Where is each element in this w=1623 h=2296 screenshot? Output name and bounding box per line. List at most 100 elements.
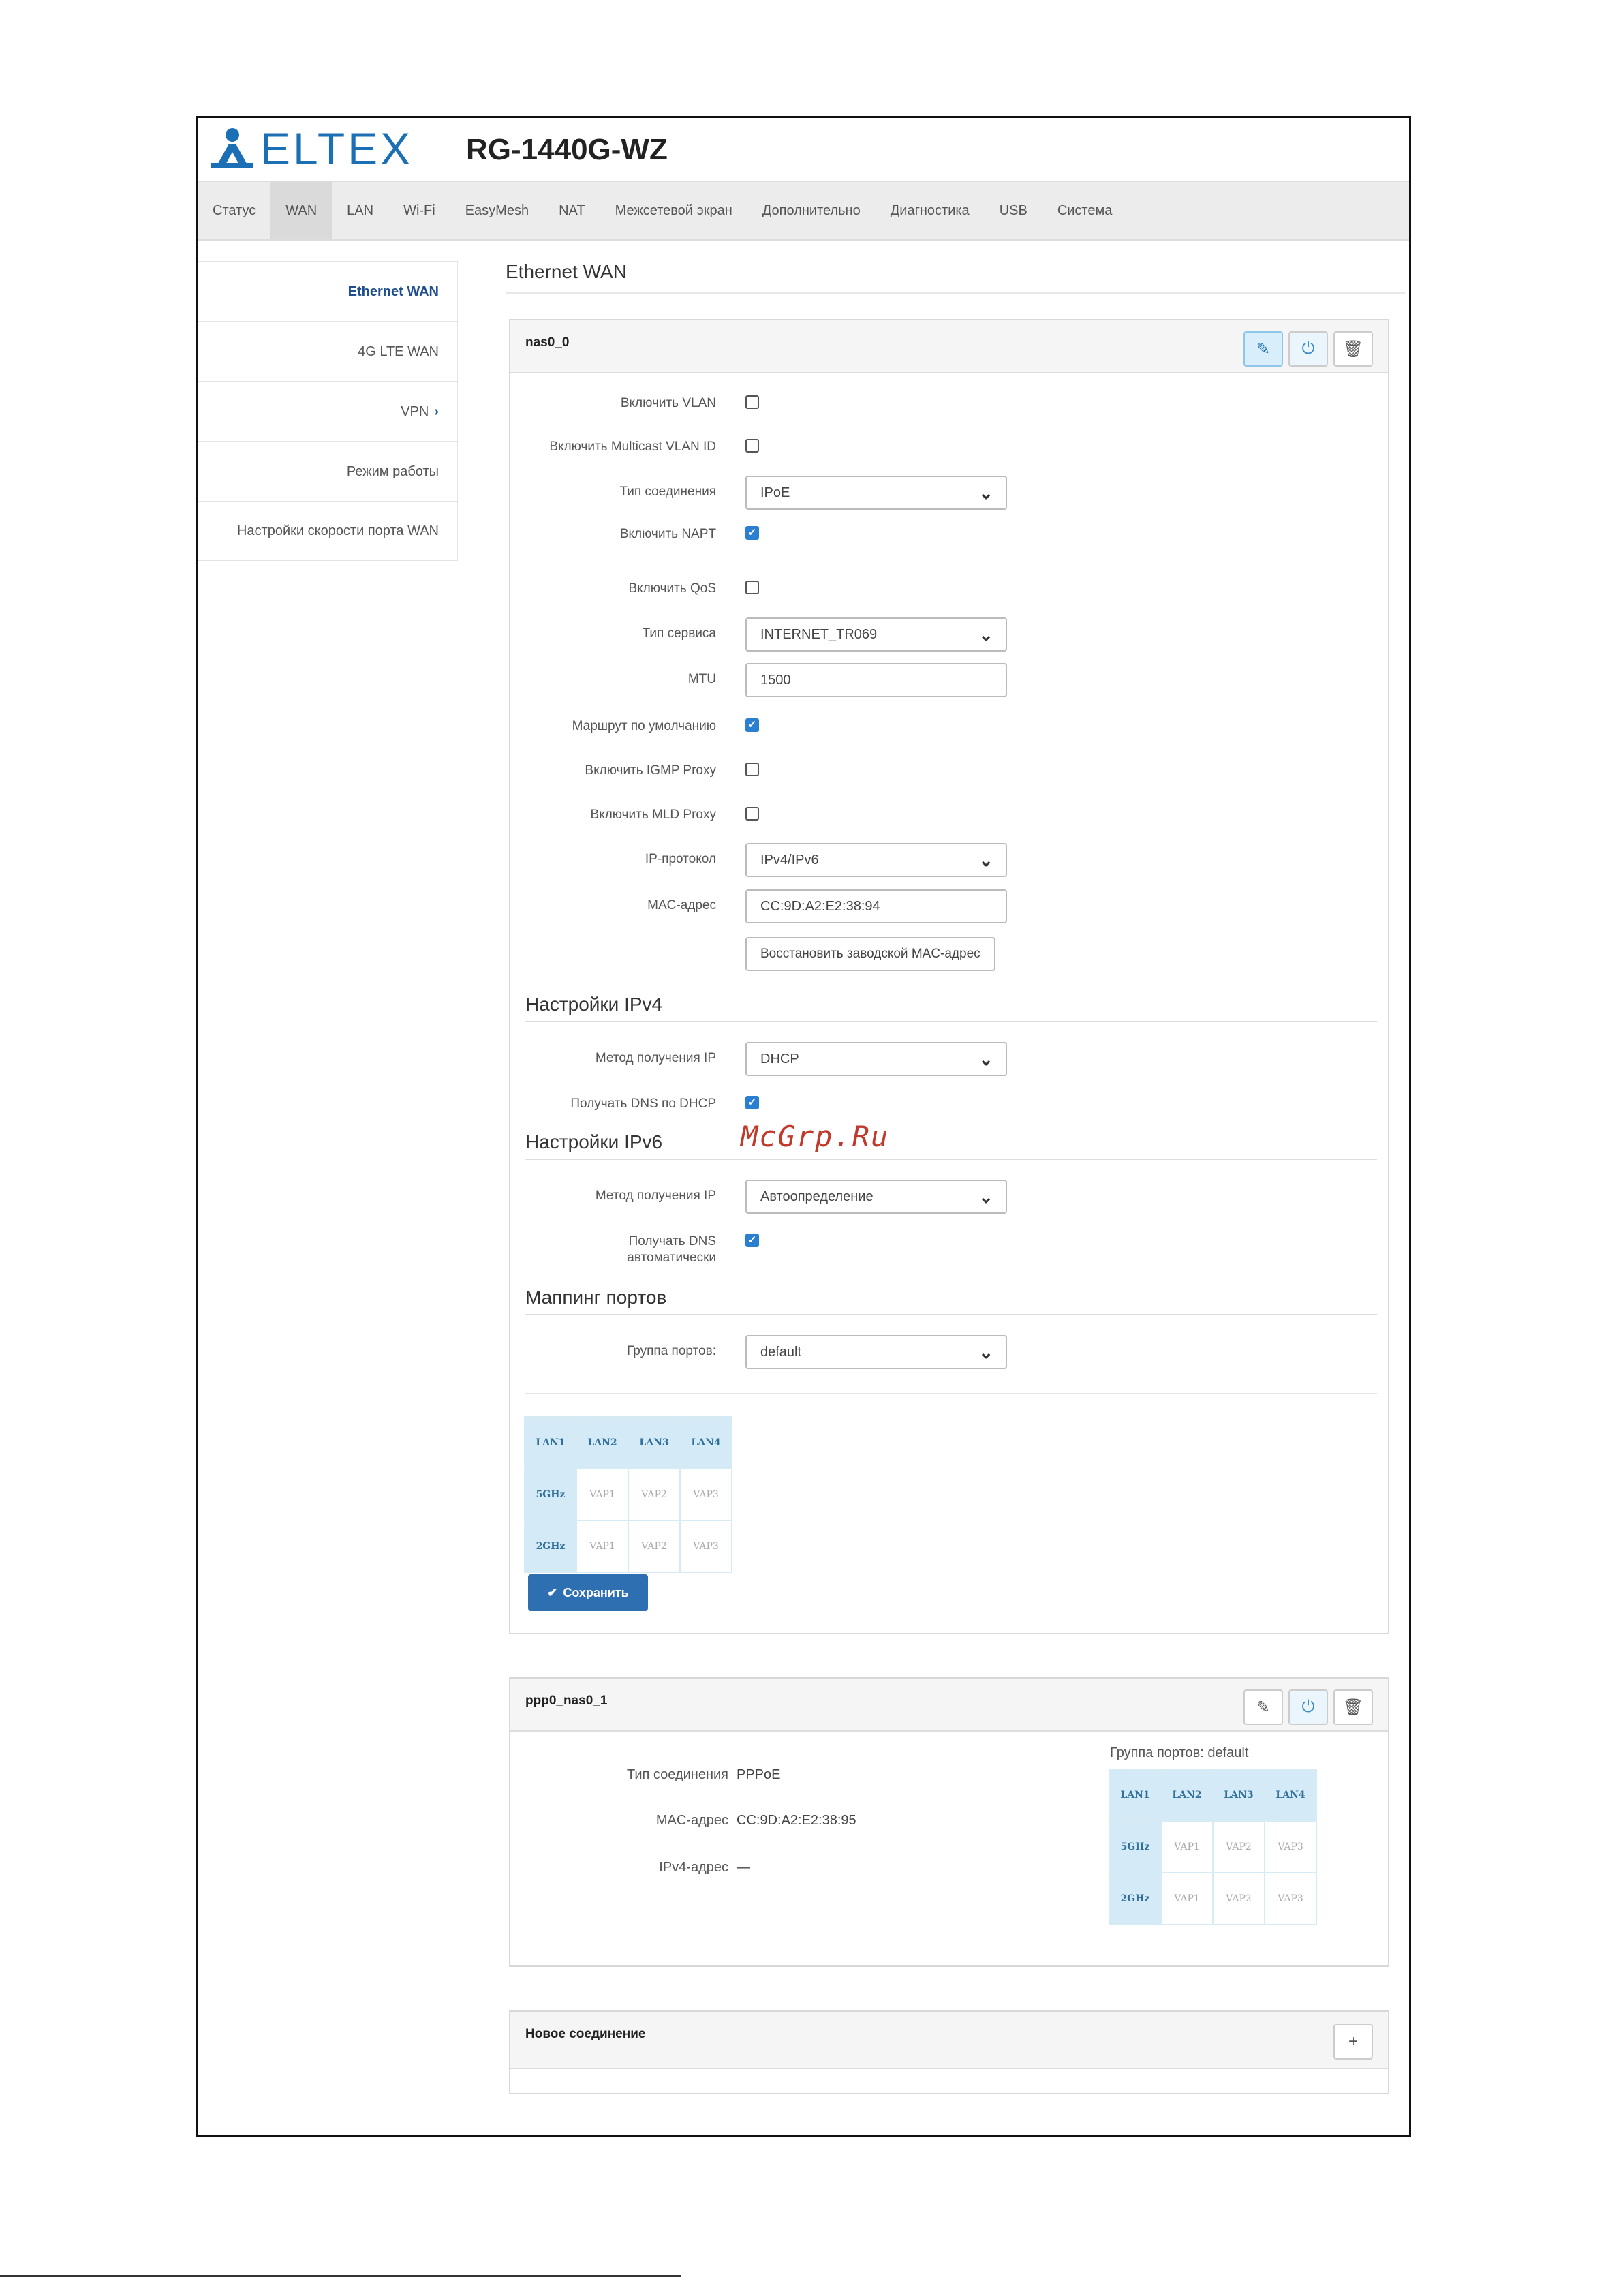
tab-firewall[interactable]: Межсетевой экран — [600, 182, 747, 239]
port-cell[interactable]: 5GHz — [524, 1468, 577, 1521]
field-label: Включить VLAN — [620, 396, 716, 410]
panel-header: ppp0_nas0_1 ✎ ⏻ 🗑 — [510, 1679, 1388, 1732]
info-value: CC:9D:A2:E2:38:95 — [737, 1813, 856, 1828]
restore-mac-button[interactable]: Восстановить заводской MAC-адрес — [745, 937, 995, 971]
info-label: IPv4-адрес — [659, 1860, 728, 1875]
panel-title: nas0_0 — [525, 335, 570, 350]
sidebar-item-label: Ethernet WAN — [347, 284, 439, 299]
sidebar-item-ethernet-wan[interactable]: Ethernet WAN — [198, 261, 458, 321]
vlan-checkbox[interactable] — [745, 395, 759, 409]
select-value: DHCP — [760, 1051, 799, 1067]
panel-header: Новое соединение + — [510, 2012, 1388, 2069]
field-label: Включить IGMP Proxy — [585, 763, 716, 778]
port-cell[interactable]: LAN2 — [576, 1416, 629, 1469]
field-napt: Включить NAPT ✓ — [510, 526, 1391, 560]
default-route-checkbox[interactable]: ✓ — [745, 718, 759, 732]
tab-nat[interactable]: NAT — [544, 182, 600, 239]
mtu-input[interactable]: 1500 — [745, 663, 1007, 697]
tab-lan[interactable]: LAN — [332, 182, 388, 239]
footer-rule — [0, 2275, 681, 2277]
igmp-proxy-checkbox[interactable] — [745, 763, 759, 776]
tab-easymesh[interactable]: EasyMesh — [450, 182, 544, 239]
info-value: — — [737, 1860, 750, 1875]
port-cell: LAN1 — [1109, 1769, 1162, 1822]
sidebar-item-label: Настройки скорости порта WAN — [236, 523, 439, 538]
tab-wan[interactable]: WAN — [270, 182, 333, 239]
select-value: default — [760, 1344, 802, 1360]
port-cell: LAN2 — [1160, 1769, 1214, 1822]
tab-wifi[interactable]: Wi-Fi — [388, 182, 450, 239]
ip-protocol-select[interactable]: IPv4/IPv6 ⌄ — [745, 843, 1007, 877]
port-map-table: LAN1 LAN2 LAN3 LAN4 5GHz VAP1 VAP2 VAP3 … — [1109, 1769, 1317, 1925]
edit-button[interactable]: ✎ — [1243, 1689, 1283, 1725]
field-multicast-vlan: Включить Multicast VLAN ID — [510, 439, 1391, 473]
port-cell[interactable]: VAP3 — [679, 1520, 732, 1573]
power-button[interactable]: ⏻ — [1288, 331, 1328, 367]
field-ip-protocol: IP-протокол IPv4/IPv6 ⌄ — [510, 843, 1391, 877]
sidebar-item-mode[interactable]: Режим работы — [198, 441, 458, 501]
ipv6-dns-checkbox[interactable]: ✓ — [745, 1234, 759, 1247]
port-cell: 2GHz — [1109, 1872, 1162, 1925]
multicast-vlan-checkbox[interactable] — [745, 439, 759, 453]
ipv6-method-select[interactable]: Автоопределение ⌄ — [745, 1180, 1007, 1214]
sidebar-item-wan-speed[interactable]: Настройки скорости порта WAN — [198, 501, 458, 561]
chevron-down-icon: ⌄ — [978, 1187, 993, 1207]
field-label: MTU — [687, 672, 716, 686]
field-ipv4-dns: Получать DNS по DHCP ✓ — [510, 1096, 1391, 1130]
field-label: Получать DNS по DHCP — [570, 1097, 716, 1111]
port-cell[interactable]: LAN1 — [524, 1416, 577, 1469]
select-value: Автоопределение — [760, 1189, 874, 1204]
qos-checkbox[interactable] — [745, 581, 759, 594]
panel-title: Новое соединение — [525, 2027, 646, 2041]
info-label: Тип соединения — [627, 1767, 728, 1782]
info-label: MAC-адрес — [655, 1813, 728, 1828]
power-button[interactable]: ⏻ — [1288, 1689, 1328, 1725]
port-cell[interactable]: LAN3 — [628, 1416, 681, 1469]
sidebar-item-label: VPN — [401, 403, 429, 419]
port-group-select[interactable]: default ⌄ — [745, 1335, 1007, 1369]
field-label: Включить Multicast VLAN ID — [549, 440, 716, 454]
top-navigation: Статус WAN LAN Wi-Fi EasyMesh NAT Межсет… — [198, 181, 1409, 241]
tab-diagnostics[interactable]: Диагностика — [876, 182, 985, 239]
port-cell: VAP1 — [1160, 1872, 1214, 1925]
port-map-table: LAN1 LAN2 LAN3 LAN4 5GHz VAP1 VAP2 VAP3 … — [524, 1416, 732, 1573]
delete-button[interactable]: 🗑 — [1333, 331, 1373, 367]
port-cell[interactable]: LAN4 — [679, 1416, 732, 1469]
delete-button[interactable]: 🗑 — [1333, 1689, 1373, 1725]
select-value: IPv4/IPv6 — [760, 852, 819, 868]
port-cell[interactable]: VAP3 — [679, 1468, 732, 1521]
field-restore-mac: Восстановить заводской MAC-адрес — [510, 937, 1391, 971]
edit-icon: ✎ — [1256, 1698, 1271, 1717]
field-label: Включить NAPT — [619, 527, 716, 541]
chevron-down-icon: ⌄ — [978, 624, 993, 645]
field-label: Тип соединения — [619, 485, 716, 499]
select-value: IPoE — [760, 485, 790, 500]
port-mapping-heading: Маппинг портов — [525, 1287, 1377, 1315]
tab-system[interactable]: Система — [1042, 182, 1128, 239]
tab-advanced[interactable]: Дополнительно — [747, 182, 876, 239]
service-type-select[interactable]: INTERNET_TR069 ⌄ — [745, 617, 1007, 652]
port-cell[interactable]: VAP1 — [576, 1520, 629, 1573]
add-connection-button[interactable]: + — [1333, 2024, 1373, 2060]
chevron-down-icon: ⌄ — [978, 1049, 993, 1069]
mac-input[interactable]: CC:9D:A2:E2:38:94 — [745, 889, 1007, 923]
port-cell[interactable]: VAP2 — [628, 1520, 681, 1573]
sidebar-item-label: Режим работы — [346, 463, 439, 479]
save-button[interactable]: ✔ Сохранить — [528, 1574, 648, 1611]
port-cell[interactable]: VAP2 — [628, 1468, 681, 1521]
tab-status[interactable]: Статус — [198, 182, 270, 239]
field-label-line: Получать DNS — [628, 1234, 716, 1249]
tab-usb[interactable]: USB — [985, 182, 1042, 239]
port-cell[interactable]: VAP1 — [576, 1468, 629, 1521]
napt-checkbox[interactable]: ✓ — [745, 526, 759, 540]
ipv4-dns-checkbox[interactable]: ✓ — [745, 1096, 759, 1109]
ipv4-method-select[interactable]: DHCP ⌄ — [745, 1042, 1007, 1076]
mld-proxy-checkbox[interactable] — [745, 807, 759, 821]
port-cell: VAP3 — [1264, 1872, 1317, 1925]
connection-type-select[interactable]: IPoE ⌄ — [745, 476, 1007, 510]
sidebar-item-vpn[interactable]: VPN › — [198, 381, 458, 441]
edit-button[interactable]: ✎ — [1243, 331, 1283, 367]
sidebar-item-lte-wan[interactable]: 4G LTE WAN — [198, 321, 458, 381]
app-header: ELTEX RG-1440G-WZ — [198, 118, 1409, 181]
port-cell[interactable]: 2GHz — [524, 1520, 577, 1573]
